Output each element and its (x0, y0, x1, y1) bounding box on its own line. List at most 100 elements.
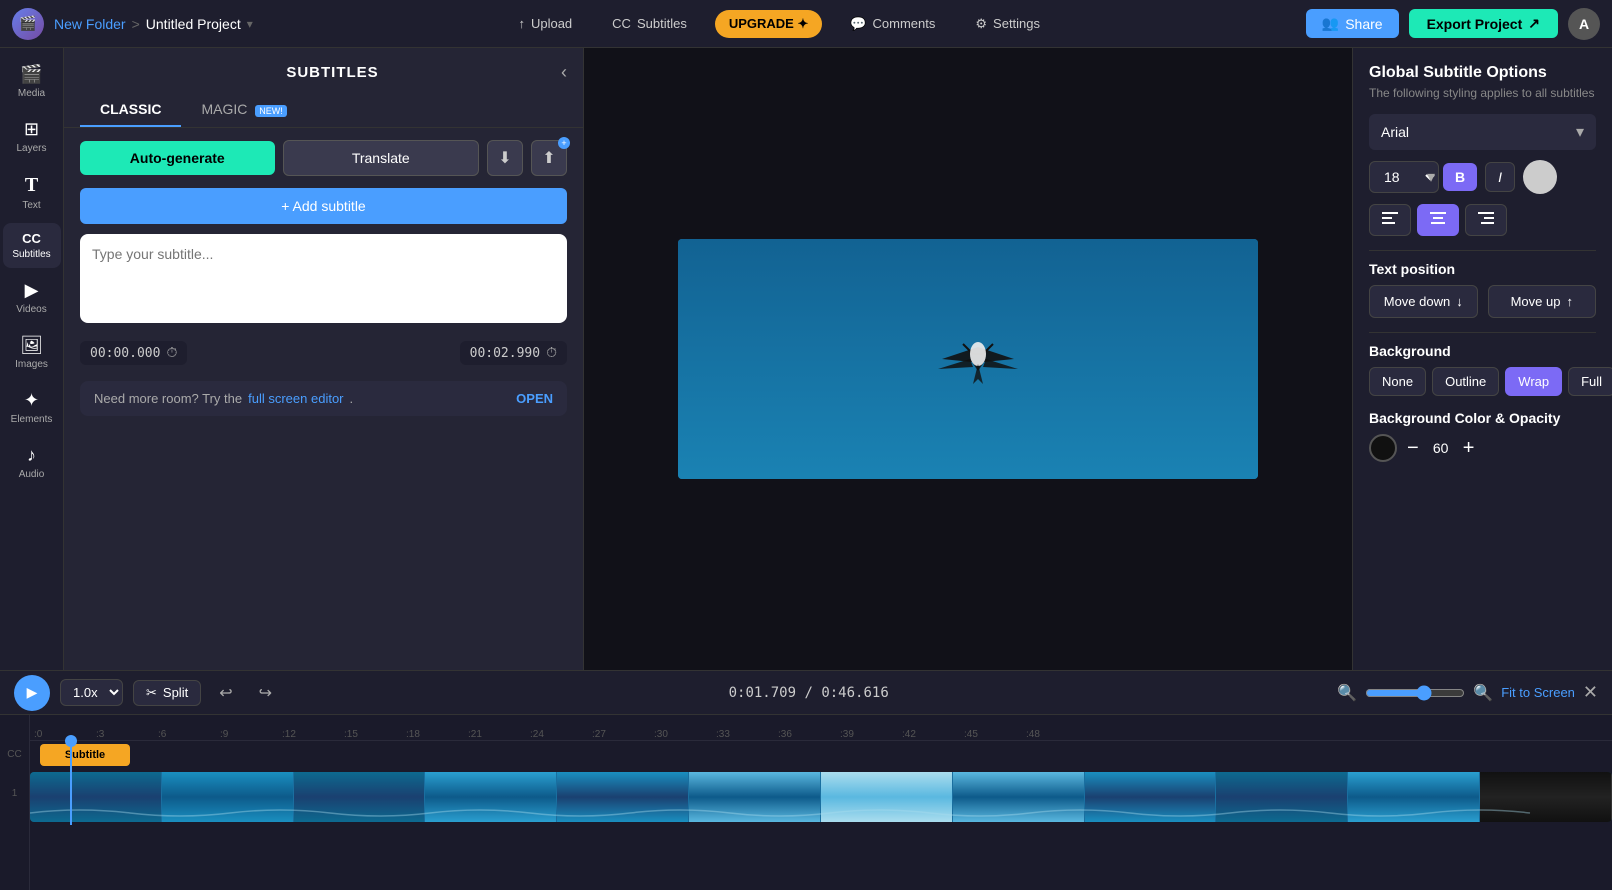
align-center-button[interactable] (1417, 204, 1459, 236)
subtitles-button[interactable]: CC Subtitles (600, 10, 699, 37)
subtitles-sidebar-icon: CC (22, 231, 41, 246)
waveform (30, 805, 1612, 821)
project-name: Untitled Project (146, 16, 241, 32)
text-icon: T (25, 174, 38, 197)
time-end: 00:02.990 ⏱ (460, 341, 567, 365)
sidebar-item-images[interactable]: 🖼 Images (3, 327, 61, 378)
panel-close-button[interactable]: ‹ (561, 62, 567, 83)
upload-button[interactable]: ↑ Upload (506, 10, 584, 37)
fit-to-screen-button[interactable]: Fit to Screen (1501, 685, 1575, 700)
align-left-button[interactable] (1369, 204, 1411, 236)
bg-outline-button[interactable]: Outline (1432, 367, 1499, 396)
upload-icon-button[interactable]: ⬆ (531, 140, 567, 176)
open-link[interactable]: OPEN (516, 391, 553, 406)
sidebar-item-media[interactable]: 🎬 Media (3, 56, 61, 107)
close-timeline-button[interactable]: ✕ (1583, 682, 1598, 703)
time-display: 0:01.709 / 0:46.616 (290, 685, 1327, 701)
more-room-bar: Need more room? Try the full screen edit… (80, 381, 567, 416)
subtitles-panel: SUBTITLES ‹ CLASSIC MAGIC NEW! Auto-gene… (64, 48, 584, 670)
right-panel: Global Subtitle Options The following st… (1352, 48, 1612, 670)
tab-magic[interactable]: MAGIC NEW! (181, 93, 306, 127)
zoom-slider[interactable] (1365, 685, 1465, 701)
share-icon: 👥 (1322, 15, 1339, 32)
folder-link[interactable]: New Folder (54, 16, 126, 32)
export-button[interactable]: Export Project ↗ (1409, 9, 1558, 38)
chevron-down-icon: ▾ (247, 17, 253, 31)
opacity-value: 60 (1429, 440, 1453, 456)
font-size-select[interactable]: 18 24 32 (1369, 161, 1439, 193)
bg-color-row: − 60 + (1369, 434, 1596, 462)
text-align-row (1369, 204, 1596, 236)
divider-1 (1369, 250, 1596, 251)
upload-icon: ↑ (518, 16, 525, 31)
clock-icon: ⏱ (166, 345, 177, 361)
breadcrumb: New Folder > Untitled Project ▾ (54, 16, 253, 32)
sidebar-item-audio[interactable]: ♪ Audio (3, 437, 61, 488)
full-screen-editor-link[interactable]: full screen editor (248, 391, 343, 406)
split-button[interactable]: ✂ Split (133, 680, 201, 706)
export-icon: ↗ (1528, 15, 1540, 32)
subtitles-icon: CC (612, 16, 631, 31)
topbar-center: ↑ Upload CC Subtitles UPGRADE ✦ 💬 Commen… (263, 10, 1296, 38)
font-chevron-icon: ▾ (1576, 122, 1584, 142)
undo-button[interactable]: ↩ (211, 679, 240, 707)
time-start: 00:00.000 ⏱ (80, 341, 187, 365)
font-selector[interactable]: Arial ▾ (1369, 114, 1596, 150)
redo-button[interactable]: ↪ (251, 679, 280, 707)
timeline: ▶ 1.0x 1.5x 2.0x ✂ Split ↩ ↪ 0:01.709 / … (0, 670, 1612, 890)
arrow-down-icon: ↓ (1456, 294, 1463, 309)
settings-button[interactable]: ⚙ Settings (963, 10, 1052, 38)
bg-wrap-button[interactable]: Wrap (1505, 367, 1562, 396)
zoom-out-button[interactable]: 🔍 (1337, 683, 1357, 703)
opacity-plus-button[interactable]: + (1463, 437, 1475, 460)
comments-button[interactable]: 💬 Comments (838, 10, 947, 38)
bg-none-button[interactable]: None (1369, 367, 1426, 396)
bold-button[interactable]: B (1443, 163, 1477, 191)
play-button[interactable]: ▶ (14, 675, 50, 711)
app-logo: 🎬 (12, 8, 44, 40)
videos-icon: ▶ (25, 280, 39, 301)
translate-button[interactable]: Translate (283, 140, 480, 176)
sidebar-item-videos[interactable]: ▶ Videos (3, 272, 61, 323)
breadcrumb-sep: > (132, 16, 140, 32)
bg-color-swatch[interactable] (1369, 434, 1397, 462)
sidebar-item-subtitles[interactable]: CC Subtitles (3, 223, 61, 268)
move-up-button[interactable]: Move up ↑ (1488, 285, 1597, 318)
main-content: 🎬 Media ⊞ Layers T Text CC Subtitles ▶ V… (0, 48, 1612, 670)
timeline-controls: ▶ 1.0x 1.5x 2.0x ✂ Split ↩ ↪ 0:01.709 / … (0, 671, 1612, 715)
sidebar-item-layers[interactable]: ⊞ Layers (3, 111, 61, 162)
subtitle-track: Subtitle (30, 741, 1612, 769)
settings-icon: ⚙ (975, 16, 987, 32)
move-down-button[interactable]: Move down ↓ (1369, 285, 1478, 318)
share-button[interactable]: 👥 Share (1306, 9, 1399, 38)
sidebar-item-text[interactable]: T Text (3, 166, 61, 219)
sidebar-item-elements[interactable]: ✦ Elements (3, 382, 61, 433)
subtitle-times: 00:00.000 ⏱ 00:02.990 ⏱ (64, 333, 583, 373)
bg-full-button[interactable]: Full (1568, 367, 1612, 396)
add-subtitle-button[interactable]: + Add subtitle (80, 188, 567, 224)
tab-classic[interactable]: CLASSIC (80, 93, 181, 127)
auto-generate-button[interactable]: Auto-generate (80, 141, 275, 175)
panel-title: SUBTITLES (104, 64, 561, 81)
playhead (70, 741, 72, 825)
rp-title: Global Subtitle Options (1369, 64, 1596, 82)
text-position-label: Text position (1369, 261, 1596, 277)
images-icon: 🖼 (20, 335, 43, 356)
arrow-up-icon: ↑ (1566, 294, 1573, 309)
bg-options-row: None Outline Wrap Full (1369, 367, 1596, 396)
playhead-head (65, 735, 77, 747)
topbar: 🎬 New Folder > Untitled Project ▾ ↑ Uplo… (0, 0, 1612, 48)
upgrade-button[interactable]: UPGRADE ✦ (715, 10, 823, 38)
align-right-button[interactable] (1465, 204, 1507, 236)
zoom-in-button[interactable]: 🔍 (1473, 683, 1493, 703)
subtitle-clip[interactable]: Subtitle (40, 744, 130, 766)
video-frame (678, 239, 1258, 479)
opacity-minus-button[interactable]: − (1407, 437, 1419, 460)
speed-select[interactable]: 1.0x 1.5x 2.0x (60, 679, 123, 706)
subtitle-track-icon: CC (0, 743, 29, 765)
color-picker-button[interactable] (1523, 160, 1557, 194)
italic-button[interactable]: I (1485, 162, 1515, 192)
comments-icon: 💬 (850, 16, 866, 32)
subtitle-textarea[interactable] (92, 246, 555, 306)
download-icon-button[interactable]: ⬇ (487, 140, 523, 176)
